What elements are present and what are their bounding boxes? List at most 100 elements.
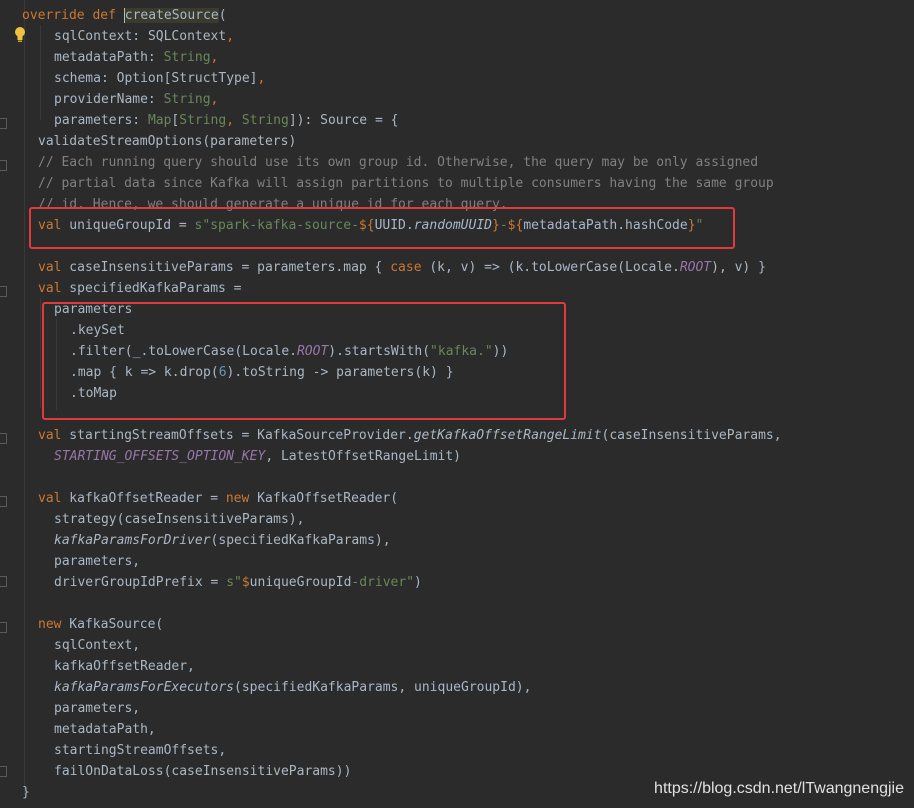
- number-literal: 6: [218, 365, 227, 380]
- indent-guide: [24, 0, 25, 795]
- punct: (: [218, 8, 227, 23]
- fold-marker[interactable]: [0, 286, 7, 297]
- watermark: https://blog.csdn.net/lTwangnengjie: [654, 780, 904, 797]
- keyword: val: [38, 260, 62, 275]
- constant: ROOT: [296, 344, 329, 359]
- param-name: schema: [54, 71, 101, 86]
- code-line-12[interactable]: val caseInsensitiveParams = parameters.m…: [38, 257, 766, 278]
- expr: startingStreamOffsets,: [54, 743, 227, 758]
- keyword: val: [38, 491, 62, 506]
- param-type: String: [163, 92, 211, 107]
- code-line-26[interactable]: new KafkaSource(: [38, 614, 163, 635]
- expr: UUID.: [374, 218, 414, 233]
- code-line-4[interactable]: schema: Option[StructType],: [54, 68, 265, 89]
- string-literal: s"spark-kafka-source-: [194, 218, 359, 233]
- keyword: new: [38, 617, 62, 632]
- method-call: kafkaParamsForDriver: [54, 533, 211, 548]
- param-type: SQLContext: [147, 29, 227, 44]
- expr: caseInsensitiveParams = parameters.map {: [61, 260, 391, 275]
- code-line-unique-group-id[interactable]: val uniqueGroupId = s"spark-kafka-source…: [38, 215, 703, 236]
- param-name: sqlContext: [54, 29, 133, 44]
- keyword: def: [92, 8, 116, 23]
- fold-marker[interactable]: [0, 118, 7, 129]
- return-type: : Source = {: [304, 113, 399, 128]
- code-line-29[interactable]: kafkaParamsForExecutors(specifiedKafkaPa…: [54, 677, 531, 698]
- code-line-21[interactable]: val kafkaOffsetReader = new KafkaOffsetR…: [38, 488, 398, 509]
- code-line-14[interactable]: parameters: [54, 299, 132, 320]
- string-literal: ": [695, 218, 704, 233]
- punct: ,: [226, 29, 235, 44]
- param-name: parameters: [54, 113, 133, 128]
- code-line-27[interactable]: sqlContext,: [54, 635, 140, 656]
- code-line-24[interactable]: parameters,: [54, 551, 140, 572]
- code-line-23[interactable]: kafkaParamsForDriver(specifiedKafkaParam…: [54, 530, 391, 551]
- interp-close: }: [492, 218, 500, 233]
- code-line-18[interactable]: .toMap: [70, 383, 117, 404]
- expr: .toMap: [70, 386, 117, 401]
- comment-line[interactable]: // id. Hence, we should generate a uniqu…: [38, 194, 508, 215]
- code-line-5[interactable]: providerName: String,: [54, 89, 218, 110]
- code-line-13[interactable]: val specifiedKafkaParams =: [38, 278, 242, 299]
- punct: ]): [288, 113, 305, 128]
- fold-marker[interactable]: [0, 160, 7, 171]
- fold-marker[interactable]: [0, 766, 7, 777]
- keyword: override: [22, 8, 85, 23]
- function-name: createSource: [123, 8, 219, 23]
- indent-guide: [56, 318, 57, 410]
- indent-guide: [40, 298, 41, 408]
- code-line-6[interactable]: parameters: Map[String, String]): Source…: [54, 110, 398, 131]
- code-line-7[interactable]: validateStreamOptions(parameters): [38, 131, 296, 152]
- code-line-1[interactable]: override def createSource(: [22, 5, 227, 26]
- expr: sqlContext,: [54, 638, 141, 653]
- param-type: String: [163, 50, 211, 65]
- code-line-16[interactable]: .filter(_.toLowerCase(Locale.ROOT).start…: [70, 341, 508, 362]
- expr: parameters: [54, 302, 133, 317]
- punct: ,: [210, 92, 219, 107]
- comment-line[interactable]: // Each running query should use its own…: [38, 152, 758, 173]
- comment-line[interactable]: // partial data since Kafka will assign …: [38, 173, 774, 194]
- param-name: providerName: [54, 92, 148, 107]
- param-type: Map: [147, 113, 172, 128]
- expr: parameters,: [54, 554, 141, 569]
- expr: metadataPath.hashCode: [523, 218, 688, 233]
- expr: (caseInsensitiveParams,: [601, 428, 782, 443]
- expr: , LatestOffsetRangeLimit): [265, 449, 461, 464]
- indent-guide: [40, 25, 41, 120]
- fold-marker[interactable]: [0, 433, 7, 444]
- fold-marker[interactable]: [0, 576, 7, 587]
- lightbulb-icon[interactable]: [14, 26, 26, 42]
- string-literal: s": [226, 575, 242, 590]
- code-line-31[interactable]: metadataPath,: [54, 719, 156, 740]
- code-line-34[interactable]: }: [22, 782, 30, 803]
- keyword: val: [38, 281, 62, 296]
- code-editor[interactable]: override def createSource( sqlContext: S…: [0, 0, 914, 808]
- identifier: uniqueGroupId =: [61, 218, 195, 233]
- code-line-32[interactable]: startingStreamOffsets,: [54, 740, 226, 761]
- code-line-19[interactable]: val startingStreamOffsets = KafkaSourceP…: [38, 425, 782, 446]
- code-line-33[interactable]: failOnDataLoss(caseInsensitiveParams)): [54, 761, 351, 782]
- interp-open: ${: [507, 218, 524, 233]
- code-line-3[interactable]: metadataPath: String,: [54, 47, 218, 68]
- fold-marker[interactable]: [0, 496, 7, 507]
- code-line-25[interactable]: driverGroupIdPrefix = s"$uniqueGroupId-d…: [54, 572, 422, 593]
- expr: )): [492, 344, 509, 359]
- code-line-20[interactable]: STARTING_OFFSETS_OPTION_KEY, LatestOffse…: [54, 446, 461, 467]
- comment-text: // Each running query should use its own…: [38, 155, 759, 170]
- interp-open: $: [241, 575, 250, 590]
- code-line-15[interactable]: .keySet: [70, 320, 125, 341]
- punct: ,: [210, 50, 219, 65]
- code-line-30[interactable]: parameters,: [54, 698, 140, 719]
- expr: failOnDataLoss(caseInsensitiveParams)): [54, 764, 352, 779]
- code-line-2[interactable]: sqlContext: SQLContext,: [54, 26, 234, 47]
- code-line-28[interactable]: kafkaOffsetReader,: [54, 656, 195, 677]
- fold-marker[interactable]: [0, 622, 7, 633]
- code-line-17[interactable]: .map { k => k.drop(6).toString -> parame…: [70, 362, 454, 383]
- expr: specifiedKafkaParams =: [61, 281, 242, 296]
- comment-text: // partial data since Kafka will assign …: [38, 176, 774, 191]
- string-literal: -: [499, 218, 508, 233]
- expr: .filter(_.toLowerCase(Locale.: [70, 344, 297, 359]
- constant: STARTING_OFFSETS_OPTION_KEY: [54, 449, 266, 464]
- code-line-22[interactable]: strategy(caseInsensitiveParams),: [54, 509, 304, 530]
- expr: kafkaOffsetReader =: [61, 491, 226, 506]
- method-call: kafkaParamsForExecutors: [54, 680, 235, 695]
